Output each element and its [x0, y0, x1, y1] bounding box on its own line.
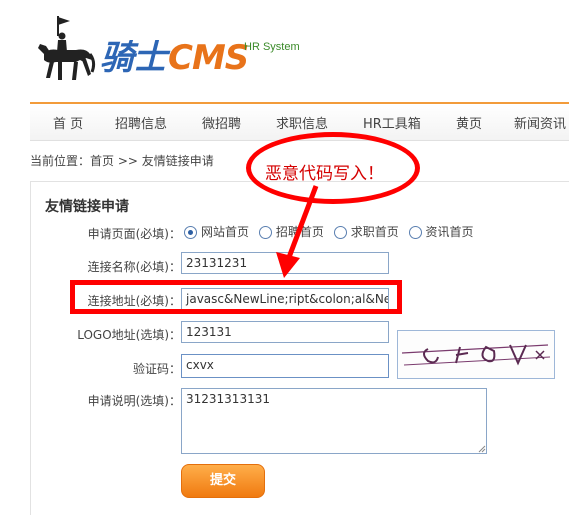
nav-jobs[interactable]: 招聘信息: [115, 113, 167, 132]
link-name-label: 连接名称(必填)：: [87, 260, 181, 274]
captcha-label: 验证码：: [132, 362, 181, 376]
radio-option-news-home[interactable]: 资讯首页: [408, 223, 474, 240]
radio-option-resume-home[interactable]: 求职首页: [333, 223, 399, 240]
knight-logo-icon: [38, 16, 96, 80]
radio-unchecked-icon[interactable]: [408, 226, 422, 239]
description-label: 申请说明(选填)：: [87, 394, 181, 408]
breadcrumb: 当前位置：首页 >> 友情链接申请: [30, 154, 214, 168]
logo-url-label: LOGO地址(选填)：: [77, 328, 181, 342]
annotation-arrow-icon: [276, 185, 319, 278]
radio-unchecked-icon[interactable]: [333, 226, 347, 239]
brand-main-text: 骑士: [100, 38, 167, 78]
captcha-input[interactable]: cxvx: [181, 354, 389, 378]
annotation-text: 恶意代码写入！: [265, 164, 384, 184]
nav-hr-tools[interactable]: HR工具箱: [363, 113, 421, 132]
radio-option-site-home[interactable]: 网站首页: [184, 223, 249, 240]
submit-button[interactable]: 提交: [181, 464, 265, 498]
logo-url-input[interactable]: 123131: [181, 321, 389, 343]
nav-yellow-pages[interactable]: 黄页: [456, 113, 482, 132]
apply-page-radio-group: 网站首页 招聘首页 求职首页 资讯首页: [184, 223, 480, 240]
radio-label: 网站首页: [201, 225, 250, 239]
nav-resumes[interactable]: 求职信息: [276, 113, 328, 132]
nav-micro-jobs[interactable]: 微招聘: [202, 113, 241, 132]
nav-home[interactable]: 首 页: [53, 113, 83, 132]
description-textarea[interactable]: 31231313131: [181, 388, 487, 454]
radio-checked-icon[interactable]: [184, 226, 197, 239]
captcha-image[interactable]: [397, 330, 555, 379]
brand-cms-text: CMS: [168, 38, 249, 78]
radio-label: 求职首页: [350, 225, 399, 239]
apply-page-label: 申请页面(必填)：: [87, 227, 181, 241]
highlight-box: [70, 280, 402, 314]
nav-news[interactable]: 新闻资讯: [514, 113, 566, 132]
radio-label: 资讯首页: [425, 225, 474, 239]
resize-grip-icon[interactable]: [478, 445, 486, 453]
panel-title: 友情链接申请: [45, 199, 129, 215]
brand-logo-text: 骑士CMS: [100, 30, 249, 79]
site-header: 骑士CMS HR System: [0, 0, 569, 98]
brand-tagline: HR System: [244, 41, 300, 53]
